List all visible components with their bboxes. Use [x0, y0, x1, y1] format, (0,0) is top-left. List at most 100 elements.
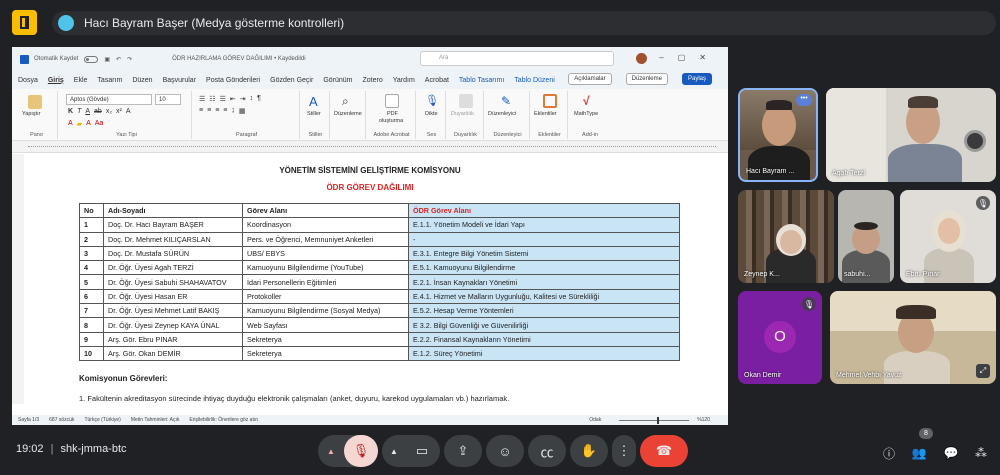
menu-giris[interactable]: Giriş	[48, 77, 64, 84]
font-format-buttons[interactable]: K T Aab x₂ x² A	[68, 108, 131, 115]
info-icon[interactable]: ⓘ	[878, 442, 900, 464]
menu-tablo-tasarimi[interactable]: Tablo Tasarımı	[459, 77, 504, 84]
cell-name: Doç. Dr. Mehmet KILIÇARSLAN	[103, 231, 243, 247]
menu-dosya[interactable]: Dosya	[18, 77, 38, 84]
more-options-icon[interactable]: •••	[796, 94, 812, 106]
activities-icon[interactable]: ⁂	[970, 442, 992, 464]
dictate-icon[interactable]: 🎙	[425, 94, 439, 108]
menu-duzen[interactable]: Düzen	[132, 77, 152, 84]
editor-icon[interactable]: ✎	[501, 94, 515, 108]
status-page[interactable]: Sayfa 1/3	[18, 417, 39, 423]
word-search-input[interactable]: Ara	[420, 51, 614, 66]
addins-icon[interactable]	[543, 94, 557, 108]
raise-hand-button[interactable]: ✋	[570, 435, 608, 467]
menu-posta[interactable]: Posta Gönderileri	[206, 77, 260, 84]
menu-zotero[interactable]: Zotero	[363, 77, 383, 84]
mic-control: ▲ 🎙	[318, 435, 378, 467]
save-icon[interactable]: ▣	[104, 56, 110, 63]
people-icon[interactable]: 👥	[908, 442, 930, 464]
status-zoom[interactable]: %120	[697, 417, 710, 423]
find-icon[interactable]: ⌕	[342, 94, 356, 108]
menu-ekle[interactable]: Ekle	[74, 77, 88, 84]
align-buttons[interactable]: ≡ ≡ ≡ ≡ ↨ ▦	[199, 107, 246, 115]
pin-icon[interactable]: ⤢	[976, 364, 990, 378]
editor-label: Düzenleyici	[488, 111, 517, 117]
leave-call-button[interactable]: ☎	[640, 435, 688, 467]
doc-name[interactable]: ÖDR HAZIRLAMA GÖREV DAĞILIMI • Kaydedild…	[172, 56, 305, 62]
participant-tile-haci[interactable]: ••• Hacı Bayram ...	[738, 88, 818, 182]
captions-button[interactable]: ㏄	[528, 435, 566, 467]
window-buttons[interactable]: –▢✕	[659, 53, 720, 62]
editing-button[interactable]: Düzenleme	[625, 73, 668, 85]
participant-tile-mehmet[interactable]: ⤢ Mehmet Vehbi Yavuz	[830, 291, 996, 384]
menu-tablo-duzeni[interactable]: Tablo Düzeni	[514, 77, 554, 84]
participant-tile-sabuhi[interactable]: sabuhi...	[838, 190, 894, 283]
cell-no: 3	[79, 245, 104, 262]
menu-acrobat[interactable]: Acrobat	[425, 77, 449, 84]
font-name-select[interactable]: Aptos (Gövde)	[66, 94, 152, 105]
menu-gorunum[interactable]: Görünüm	[323, 77, 352, 84]
status-predict[interactable]: Metin Tahminleri: Açık	[131, 417, 180, 423]
mathtype-icon[interactable]: √	[583, 94, 597, 108]
assignment-table: No Adı-Soyadı Görev Alanı ÖDR Görev Alan…	[79, 202, 680, 362]
menu-gozden-gecir[interactable]: Gözden Geçir	[270, 77, 313, 84]
cell-no: 5	[79, 274, 104, 290]
cell-duty: Protokoller	[242, 288, 409, 305]
document-page[interactable]: YÖNETİM SİSTEMİNİ GELİŞTİRME KOMİSYONU Ö…	[12, 154, 728, 415]
acrobat-label: Adobe Acrobat	[373, 132, 410, 138]
participant-tile-zeynep[interactable]: Zeynep K...	[738, 190, 834, 283]
cell-name: Dr. Öğr. Üyesi Mehmet Latif BAKIŞ	[103, 303, 243, 319]
group-voice: 🎙 Dikte Ses	[418, 91, 446, 139]
menu-basvurular[interactable]: Başvurular	[163, 77, 196, 84]
comments-button[interactable]: Açıklamalar	[568, 73, 612, 85]
participant-name: Ebru Pınar	[906, 271, 940, 278]
cell-duty: Koordinasyon	[242, 217, 409, 233]
camera-button[interactable]: ▭	[405, 443, 439, 459]
table-row: 4 Dr. Öğr. Üyesi Agah TERZİ Kamuoyunu Bilg…	[79, 260, 680, 276]
menu-yardim[interactable]: Yardım	[393, 77, 415, 84]
participant-tile-agah[interactable]: Agah Terzi	[826, 88, 996, 182]
cell-no: 6	[79, 288, 104, 305]
present-button[interactable]: ⇪	[444, 435, 482, 467]
account-avatar[interactable]	[636, 53, 647, 64]
undo-icon[interactable]: ↶	[116, 56, 121, 63]
emoji-button[interactable]: ☺	[486, 435, 524, 467]
group-font: Aptos (Gövde) 10 K T Aab x₂ x² A A ▰ A Aa Yazı T…	[62, 91, 192, 139]
presenter-avatar-icon	[58, 15, 74, 31]
mic-options-chevron-icon[interactable]: ▲	[318, 447, 344, 456]
word-app-icon	[20, 54, 29, 64]
pdf-icon[interactable]	[385, 94, 399, 108]
menu-tasarim[interactable]: Tasarım	[97, 77, 122, 84]
font-size-select[interactable]: 10	[155, 94, 181, 105]
status-focus[interactable]: Odak	[589, 417, 601, 423]
zoom-slider[interactable]	[619, 416, 690, 424]
paste-icon[interactable]	[28, 95, 42, 109]
paragraph-label: Paragraf	[235, 132, 258, 138]
presenter-banner[interactable]: Hacı Bayram Başer (Medya gösterme kontro…	[52, 11, 996, 35]
share-button[interactable]: Paylaş	[681, 73, 712, 85]
participant-tile-ebru[interactable]: 🎙 Ebru Pınar	[900, 190, 996, 283]
autosave-toggle[interactable]	[84, 55, 99, 63]
word-statusbar: Sayfa 1/3 687 sözcük Türkçe (Türkiye) Me…	[12, 415, 728, 425]
styles-icon[interactable]: A	[309, 94, 323, 109]
addins-group-label: Eklentiler	[538, 132, 561, 138]
sensitivity-label: Duyarlılık	[451, 111, 474, 117]
more-options-button[interactable]: ⋮	[612, 435, 636, 467]
camera-options-chevron-icon[interactable]: ▲	[383, 447, 405, 456]
redo-icon[interactable]: ↷	[127, 56, 132, 63]
cell-duty: Kamuoyunu Bilgilendirme (Sosyal Medya)	[242, 303, 409, 319]
sensitivity-icon[interactable]	[459, 94, 473, 108]
chat-icon[interactable]: 💬	[940, 442, 962, 464]
word-ribbon: Yapıştır Pano Aptos (Gövde) 10 K T Aab x₂ x²…	[12, 89, 728, 141]
font-color-buttons[interactable]: A ▰ A Aa	[68, 120, 103, 128]
pdf-label: PDF	[387, 111, 398, 117]
list-buttons[interactable]: ☰ ☷ ☰ ⇤ ⇥ ↕ ¶	[199, 95, 261, 103]
status-access[interactable]: Erişilebilirlik: Önerilere göz atın	[189, 417, 258, 423]
participant-tile-okan[interactable]: O 🎙 Okan Demir	[738, 291, 822, 384]
mic-off-button[interactable]: 🎙	[344, 435, 378, 467]
cell-duty: Web Sayfası	[242, 317, 409, 333]
status-lang[interactable]: Türkçe (Türkiye)	[84, 417, 120, 423]
status-words[interactable]: 687 sözcük	[49, 417, 74, 423]
cell-odr: E.3.1. Entegre Bilgi Yönetim Sistemi	[408, 245, 680, 262]
cell-duty: Sekreterya	[242, 345, 409, 362]
